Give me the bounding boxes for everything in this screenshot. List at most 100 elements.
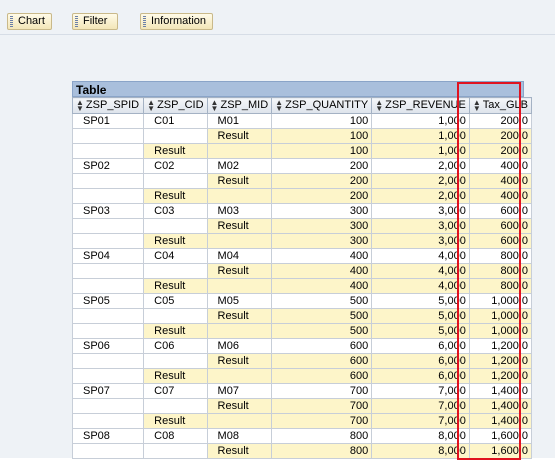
table-cell (143, 443, 208, 459)
table-cell: 400 (271, 263, 373, 279)
table-cell: 1,400.0 (468, 398, 533, 414)
table-cell (206, 233, 273, 249)
table-cell (206, 368, 273, 384)
table-cell: Result (143, 278, 208, 294)
table-cell: 400.0 (468, 173, 533, 189)
table-cell: 1,000 (371, 113, 470, 129)
table-row: Result 200 2,000 400.0 (71, 173, 533, 189)
table-cell: 1,600.0 (468, 443, 533, 459)
table-cell: 200 (271, 188, 373, 204)
table-cell (143, 263, 208, 279)
table-cell: 700 (271, 383, 373, 399)
sort-icon[interactable]: ▲ ▼ (147, 99, 155, 113)
table-cell: SP01 (71, 113, 145, 129)
table-cell: SP07 (71, 383, 145, 399)
table-row: SP08 C08 M08 800 8,000 1,600.0 (71, 428, 533, 444)
table-cell: 3,000 (371, 218, 470, 234)
table-cell: 1,400.0 (468, 383, 533, 399)
table-cell: 7,000 (371, 413, 470, 429)
table-title: Table (72, 81, 524, 97)
column-header-zsp-revenue[interactable]: ▲ ▼ ZSP_REVENUE (371, 97, 470, 114)
report-table: Table ▲ ▼ ZSP_SPID ▲ ▼ ZSP_CID ▲ ▼ ZSP_MID ▲ ▼ ZSP_… (71, 81, 533, 459)
table-cell (143, 353, 208, 369)
table-cell: 600.0 (468, 218, 533, 234)
sort-icon[interactable]: ▲ ▼ (473, 99, 481, 113)
table-row: Result 700 7,000 1,400.0 (71, 398, 533, 414)
table-cell: SP03 (71, 203, 145, 219)
table-cell: 300 (271, 233, 373, 249)
sort-icon[interactable]: ▲ ▼ (211, 99, 219, 113)
table-cell: 1,000 (371, 128, 470, 144)
table-cell: 400 (271, 278, 373, 294)
table-cell: Result (206, 308, 273, 324)
column-header-label: ZSP_REVENUE (385, 99, 466, 112)
table-row: Result 700 7,000 1,400.0 (71, 413, 533, 429)
column-header-zsp-mid[interactable]: ▲ ▼ ZSP_MID (206, 97, 273, 114)
data-grid: ▲ ▼ ZSP_SPID ▲ ▼ ZSP_CID ▲ ▼ ZSP_MID ▲ ▼ ZSP_QUANTI… (71, 97, 533, 459)
table-cell: Result (143, 323, 208, 339)
column-header-label: ZSP_QUANTITY (285, 99, 369, 112)
grip-icon (75, 16, 78, 27)
sort-icon[interactable]: ▲ ▼ (76, 99, 84, 113)
table-cell: Result (206, 443, 273, 459)
table-row: Result 500 5,000 1,000.0 (71, 308, 533, 324)
table-cell (71, 188, 145, 204)
table-cell: 700 (271, 398, 373, 414)
table-cell (71, 128, 145, 144)
table-cell: 5,000 (371, 293, 470, 309)
table-cell: Result (206, 128, 273, 144)
chart-button[interactable]: Chart (7, 13, 52, 30)
table-cell: M02 (206, 158, 273, 174)
table-cell (71, 443, 145, 459)
table-cell: 1,000.0 (468, 323, 533, 339)
table-cell: Result (206, 218, 273, 234)
table-cell: 1,200.0 (468, 353, 533, 369)
table-cell: C01 (143, 113, 208, 129)
table-row: SP04 C04 M04 400 4,000 800.0 (71, 248, 533, 264)
column-header-tax-glb[interactable]: ▲ ▼ Tax_GLB (468, 97, 533, 114)
information-button-label: Information (151, 15, 207, 27)
table-cell: 500 (271, 308, 373, 324)
table-cell: M04 (206, 248, 273, 264)
table-cell: 400.0 (468, 188, 533, 204)
table-cell: M06 (206, 338, 273, 354)
table-cell: 800 (271, 428, 373, 444)
information-button[interactable]: Information (140, 13, 213, 30)
sort-icon[interactable]: ▲ ▼ (275, 99, 283, 113)
table-cell: 8,000 (371, 428, 470, 444)
table-cell: SP04 (71, 248, 145, 264)
table-row: SP05 C05 M05 500 5,000 1,000.0 (71, 293, 533, 309)
table-cell (206, 323, 273, 339)
table-cell: Result (143, 233, 208, 249)
table-cell: 5,000 (371, 308, 470, 324)
table-row: Result 400 4,000 800.0 (71, 278, 533, 294)
table-cell: C02 (143, 158, 208, 174)
table-row: Result 500 5,000 1,000.0 (71, 323, 533, 339)
table-row: SP06 C06 M06 600 6,000 1,200.0 (71, 338, 533, 354)
column-header-zsp-quantity[interactable]: ▲ ▼ ZSP_QUANTITY (271, 97, 373, 114)
table-row: Result 100 1,000 200.0 (71, 143, 533, 159)
table-cell (143, 308, 208, 324)
table-cell: 7,000 (371, 398, 470, 414)
table-cell: M08 (206, 428, 273, 444)
column-header-zsp-cid[interactable]: ▲ ▼ ZSP_CID (143, 97, 208, 114)
table-cell (143, 173, 208, 189)
table-cell: M07 (206, 383, 273, 399)
filter-button[interactable]: Filter (72, 13, 118, 30)
table-cell: 200 (271, 173, 373, 189)
table-cell: 1,200.0 (468, 368, 533, 384)
table-cell: 1,000 (371, 143, 470, 159)
table-cell (71, 263, 145, 279)
table-cell (71, 368, 145, 384)
table-cell: 100 (271, 143, 373, 159)
sort-icon[interactable]: ▲ ▼ (375, 99, 383, 113)
table-cell: 4,000 (371, 248, 470, 264)
table-cell: 1,400.0 (468, 413, 533, 429)
table-cell: 3,000 (371, 233, 470, 249)
toolbar: Chart Filter Information (0, 0, 555, 35)
table-cell: C03 (143, 203, 208, 219)
column-header-zsp-spid[interactable]: ▲ ▼ ZSP_SPID (71, 97, 145, 114)
table-cell: 400.0 (468, 158, 533, 174)
table-cell: Result (143, 188, 208, 204)
table-cell (71, 353, 145, 369)
